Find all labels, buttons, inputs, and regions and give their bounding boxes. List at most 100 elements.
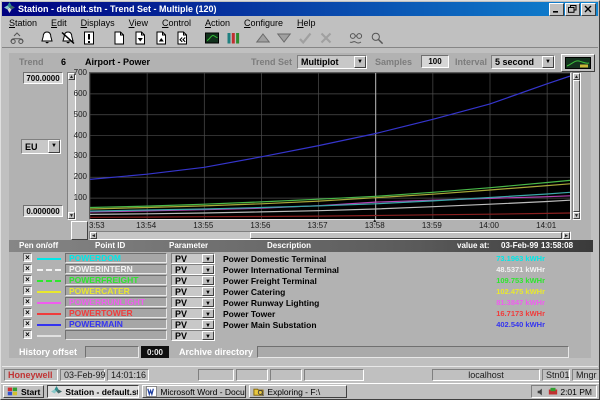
pen-description: Power Freight Terminal [223, 276, 317, 286]
menu-control[interactable]: Control [155, 18, 198, 28]
parameter-select[interactable]: PV▼ [171, 286, 215, 297]
menu-help[interactable]: Help [290, 18, 323, 28]
page-back-icon[interactable] [171, 30, 192, 46]
pen-style-sample [37, 335, 61, 337]
alarm-icon[interactable] [36, 30, 57, 46]
raise-icon[interactable] [252, 30, 273, 46]
minimize-button[interactable] [549, 3, 564, 16]
message-icon[interactable] [78, 30, 99, 46]
pen-table-header: Pen on/off Point ID Parameter Descriptio… [9, 240, 593, 252]
parameter-select[interactable]: PV▼ [171, 275, 215, 286]
page-down-icon[interactable] [129, 30, 150, 46]
cursor-marker-icon[interactable]: ▲ [372, 218, 377, 224]
task-button-station[interactable]: Station - default.stn -... [47, 385, 139, 398]
status-cell-empty [304, 369, 364, 381]
point-id-field[interactable]: POWERDOM [65, 253, 167, 263]
detail-display-icon[interactable] [201, 30, 222, 46]
station-icon [51, 386, 62, 397]
chevron-down-icon[interactable]: ▼ [202, 309, 214, 318]
pen-enable-checkbox[interactable]: × [23, 264, 32, 273]
archive-directory-input[interactable] [257, 346, 569, 358]
chevron-down-icon[interactable]: ▼ [48, 140, 60, 153]
scroll-left-icon[interactable]: ◄ [90, 232, 97, 239]
find-icon[interactable] [6, 30, 27, 46]
chevron-down-icon[interactable]: ▼ [202, 331, 214, 340]
restore-button[interactable] [565, 3, 580, 16]
menu-bar: StationEditDisplaysViewControlActionConf… [2, 16, 598, 29]
parameter-select[interactable]: PV▼ [171, 330, 215, 341]
close-button[interactable] [581, 3, 596, 16]
scroll-down-icon[interactable]: ▼ [573, 212, 580, 219]
page-icon[interactable] [108, 30, 129, 46]
pen-current-value: 48.5371 kWHr [455, 265, 545, 274]
menu-station[interactable]: Station [2, 18, 44, 28]
axis-min-field[interactable]: 0.000000 [23, 205, 63, 217]
lower-icon[interactable] [273, 30, 294, 46]
trend-set-select[interactable]: Multiplot ▼ [297, 55, 367, 69]
menu-action[interactable]: Action [198, 18, 237, 28]
menu-edit[interactable]: Edit [44, 18, 74, 28]
chevron-down-icon[interactable]: ▼ [202, 276, 214, 285]
parameter-select[interactable]: PV▼ [171, 308, 215, 319]
point-id-field[interactable]: POWERINTERN [65, 264, 167, 274]
parameter-select[interactable]: PV▼ [171, 264, 215, 275]
alarm-silence-icon[interactable] [57, 30, 78, 46]
accept-icon[interactable] [294, 30, 315, 46]
point-id-field[interactable] [65, 330, 167, 340]
interval-select[interactable]: 5 second ▼ [491, 55, 555, 69]
parameter-select[interactable]: PV▼ [171, 253, 215, 264]
pen-table-row: ×POWERDOMPV▼Power Domestic Terminal73.19… [9, 253, 593, 264]
pen-enable-checkbox[interactable]: × [23, 308, 32, 317]
history-offset-input[interactable] [85, 346, 139, 358]
trend-bars-icon[interactable] [222, 30, 243, 46]
menu-view[interactable]: View [122, 18, 155, 28]
pen-enable-checkbox[interactable]: × [23, 275, 32, 284]
zoom-icon[interactable] [366, 30, 387, 46]
pen-enable-checkbox[interactable]: × [23, 286, 32, 295]
parameter-select[interactable]: PV▼ [171, 319, 215, 330]
trend-review-icon[interactable] [345, 30, 366, 46]
chevron-down-icon[interactable]: ▼ [542, 56, 554, 68]
start-button[interactable]: Start [3, 385, 44, 398]
menu-displays[interactable]: Displays [74, 18, 122, 28]
parameter-value: PV [172, 287, 202, 297]
plot-vertical-scrollbar[interactable]: ▲ ▼ [572, 72, 581, 220]
pen-enable-checkbox[interactable]: × [23, 253, 32, 262]
point-id-field[interactable]: POWERFREIGHT [65, 275, 167, 285]
trend-plot-area[interactable] [89, 72, 571, 220]
pen-enable-checkbox[interactable]: × [23, 330, 32, 339]
y-tick-label: 100 [65, 193, 87, 202]
point-id-field[interactable]: POWERRUNLIGHT [65, 297, 167, 307]
pen-enable-checkbox[interactable]: × [23, 297, 32, 306]
samples-field[interactable]: 100 [421, 55, 449, 68]
point-id-field[interactable]: POWERMAIN [65, 319, 167, 329]
scroll-up-icon[interactable]: ▲ [573, 73, 580, 80]
parameter-value: PV [172, 265, 202, 275]
point-id-field[interactable]: POWERTOWER [65, 308, 167, 318]
cancel-icon[interactable] [315, 30, 336, 46]
task-button-explorer[interactable]: Exploring - F:\ [249, 385, 347, 398]
trend-set-value: Multiplot [298, 57, 354, 67]
title-bar[interactable]: Station - default.stn - Trend Set - Mult… [2, 2, 598, 16]
axis-max-field[interactable]: 700.0000 [23, 72, 63, 84]
task-button-word[interactable]: Microsoft Word - Document5 [142, 385, 246, 398]
chevron-down-icon[interactable]: ▼ [354, 56, 366, 68]
scroll-right-icon[interactable]: ► [563, 232, 570, 239]
parameter-select[interactable]: PV▼ [171, 297, 215, 308]
pen-style-sample [37, 324, 61, 326]
point-id-field[interactable]: POWERCATER [65, 286, 167, 296]
trend-display-button[interactable] [561, 54, 595, 72]
x-tick-label: 13:56 [250, 221, 270, 230]
chevron-down-icon[interactable]: ▼ [202, 298, 214, 307]
system-tray[interactable]: 2:01 PM [531, 385, 597, 398]
plot-horizontal-scrollbar[interactable]: ◄ ► [89, 231, 571, 240]
menu-configure[interactable]: Configure [237, 18, 290, 28]
chevron-down-icon[interactable]: ▼ [202, 320, 214, 329]
chevron-down-icon[interactable]: ▼ [202, 287, 214, 296]
chevron-down-icon[interactable]: ▼ [202, 254, 214, 263]
page-up-icon[interactable] [150, 30, 171, 46]
eu-select[interactable]: EU ▼ [21, 139, 61, 154]
pen-enable-checkbox[interactable]: × [23, 319, 32, 328]
status-role: Mngr [572, 369, 600, 381]
chevron-down-icon[interactable]: ▼ [202, 265, 214, 274]
